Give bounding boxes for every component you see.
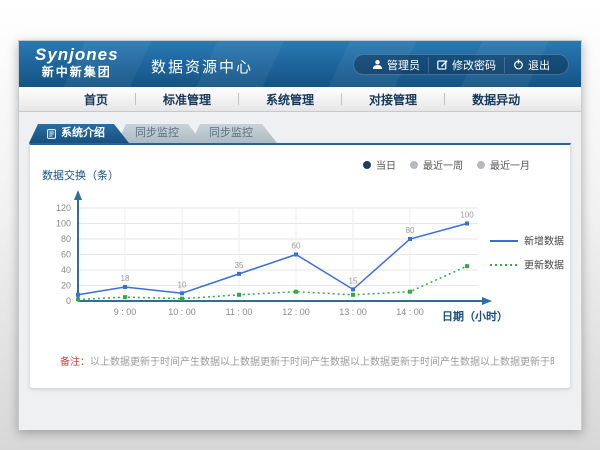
radio-dot <box>477 161 485 169</box>
y-tick-label: 120 <box>56 203 71 213</box>
line-chart: 0 20 40 60 80 100 120 9 : 00 10 : 00 11 : 00 12 : … <box>38 151 578 339</box>
data-point-label: 60 <box>292 242 301 251</box>
y-tick-label: 60 <box>61 250 71 260</box>
brand-name: Synjones <box>35 45 119 65</box>
data-point-label: 15 <box>349 276 358 285</box>
user-menu-admin[interactable]: 管理员 <box>364 57 428 73</box>
nav-item-home[interactable]: 首页 <box>57 91 135 108</box>
footnote-text: 以上数据更新于时间产生数据以上数据更新于时间产生数据以上数据更新于时间产生数据以… <box>90 357 554 368</box>
user-menu: 管理员 修改密码 退出 <box>353 54 569 75</box>
data-point <box>294 290 298 294</box>
legend-label-1: 更新数据 <box>524 259 564 272</box>
document-icon <box>47 129 56 139</box>
data-point <box>123 295 127 299</box>
y-tick-label: 20 <box>61 281 71 291</box>
user-icon <box>372 59 383 70</box>
x-tick-label: 14 : 00 <box>396 307 424 317</box>
radio-dot <box>363 161 371 169</box>
y-tick-label: 100 <box>56 219 71 229</box>
main-nav: 首页 标准管理 系统管理 对接管理 数据异动 <box>19 87 581 112</box>
legend-label-0: 新增数据 <box>524 235 564 248</box>
y-axis-arrow <box>74 190 82 200</box>
radio-last-month[interactable]: 最近一月 <box>477 157 530 172</box>
y-tick-label: 0 <box>66 296 71 306</box>
data-point <box>465 264 469 268</box>
user-menu-change-password[interactable]: 修改密码 <box>428 57 504 73</box>
radio-last-week-label: 最近一周 <box>423 157 463 172</box>
nav-item-interface-mgmt[interactable]: 对接管理 <box>342 91 444 108</box>
data-point <box>180 291 184 295</box>
data-point <box>237 272 241 276</box>
period-filter: 当日 最近一周 最近一月 <box>363 157 530 172</box>
x-tick-label: 13 : 00 <box>339 307 367 317</box>
logout-icon <box>513 59 524 70</box>
x-tick-label: 11 : 00 <box>226 307 253 317</box>
user-menu-admin-label: 管理员 <box>387 57 420 73</box>
data-point-label: 35 <box>235 261 244 270</box>
x-axis-arrow <box>482 297 492 305</box>
user-menu-change-password-label: 修改密码 <box>452 57 496 73</box>
chart-wrap: 0 20 40 60 80 100 120 9 : 00 10 : 00 11 : 00 12 : … <box>38 151 578 344</box>
brand-logo[interactable]: Synjones 新中新集团 <box>35 45 119 80</box>
edit-icon <box>437 59 448 70</box>
brand-company: 新中新集团 <box>35 65 119 80</box>
radio-today-label: 当日 <box>376 157 396 172</box>
tab-label: 系统介绍 <box>61 124 105 143</box>
data-point-label: 18 <box>121 274 130 283</box>
nav-item-data-change[interactable]: 数据异动 <box>445 91 547 108</box>
radio-dot <box>410 161 418 169</box>
footnote-prefix: 备注： <box>60 357 90 368</box>
tab-sync-monitor-2[interactable]: 同步监控 <box>191 124 277 143</box>
nav-item-system-mgmt[interactable]: 系统管理 <box>239 91 341 108</box>
data-point <box>408 237 412 241</box>
footnote: 备注：以上数据更新于时间产生数据以上数据更新于时间产生数据以上数据更新于时间产生… <box>60 353 554 368</box>
tab-system-intro[interactable]: 系统介绍 <box>29 124 129 143</box>
tab-sync-monitor-1[interactable]: 同步监控 <box>117 124 203 143</box>
data-point <box>351 293 355 297</box>
radio-last-month-label: 最近一月 <box>490 157 530 172</box>
data-point <box>294 253 298 257</box>
y-tick-label: 80 <box>61 234 71 244</box>
data-point-label: 80 <box>406 226 415 235</box>
data-point <box>237 293 241 297</box>
nav-item-standard-mgmt[interactable]: 标准管理 <box>136 91 238 108</box>
app-header: Synjones 新中新集团 数据资源中心 管理员 修改密码 退出 <box>19 41 581 87</box>
user-menu-logout-label: 退出 <box>528 57 550 73</box>
data-point-label: 10 <box>178 280 187 289</box>
data-point-label: 100 <box>460 211 474 220</box>
radio-last-week[interactable]: 最近一周 <box>410 157 463 172</box>
y-axis-title: 数据交换（条） <box>42 168 119 182</box>
data-point <box>76 297 80 301</box>
series-line-1 <box>78 266 467 299</box>
user-menu-logout[interactable]: 退出 <box>504 57 558 73</box>
data-point <box>180 297 184 301</box>
page-title: 数据资源中心 <box>151 56 253 77</box>
data-point <box>351 287 355 291</box>
tab-bar: 系统介绍 同步监控 同步监控 <box>29 124 581 143</box>
data-point <box>76 293 80 297</box>
data-point <box>465 222 469 226</box>
x-axis-title: 日期（小时） <box>442 309 508 323</box>
app-window: Synjones 新中新集团 数据资源中心 管理员 修改密码 退出 <box>18 40 582 430</box>
x-tick-label: 10 : 00 <box>168 307 196 317</box>
x-tick-label: 9 : 00 <box>114 307 137 317</box>
x-tick-label: 12 : 00 <box>282 307 310 317</box>
radio-today[interactable]: 当日 <box>363 157 396 172</box>
data-point <box>123 285 127 289</box>
chart-panel: 当日 最近一周 最近一月 0 20 40 60 80 100 120 9 : 00 10 : 0… <box>29 143 571 389</box>
data-point <box>408 290 412 294</box>
content-area: 系统介绍 同步监控 同步监控 当日 最近一周 最近一月 <box>19 112 581 430</box>
y-tick-label: 40 <box>61 265 71 275</box>
